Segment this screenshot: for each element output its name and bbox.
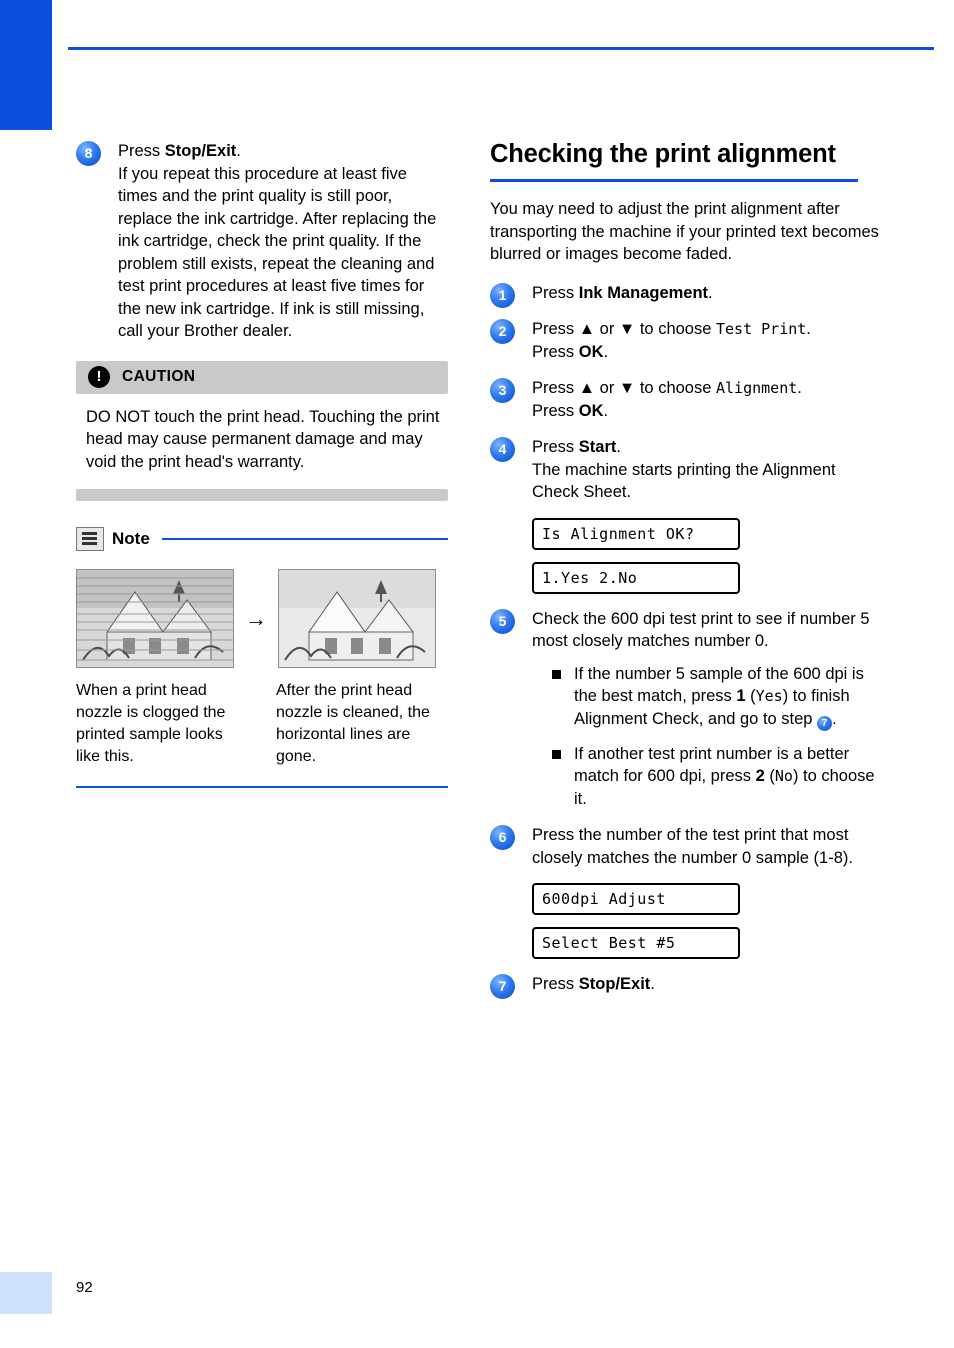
test-print-menu-label: Test Print (715, 320, 807, 338)
note-images: → (76, 569, 448, 668)
left-column: 8 Press Stop/Exit. If you repeat this pr… (76, 140, 448, 788)
bullet-other-match: If another test print number is a better… (552, 743, 882, 811)
step-2-body: Press ▲ or ▼ to choose Test Print. Press… (532, 318, 882, 363)
note-bottom-rule (76, 786, 448, 788)
start-key-label: Start (578, 438, 617, 456)
clogged-sample-svg (77, 570, 233, 667)
step-8-press-label: Press (118, 142, 165, 160)
right-column: Checking the print alignment You may nee… (490, 140, 882, 1010)
note-rule (161, 538, 448, 540)
footer-accent-swatch (0, 1272, 52, 1314)
step-5-bullets: If the number 5 sample of the 600 dpi is… (532, 663, 882, 811)
step-8-body: Press Stop/Exit. If you repeat this proc… (118, 140, 448, 343)
step-1-period: . (708, 283, 713, 302)
no-option-label: No (774, 767, 793, 785)
arrow-icon: → (245, 605, 267, 631)
step-1-body: Press Ink Management. (532, 282, 882, 305)
section-rule (490, 179, 858, 182)
step-3-press2-label: Press (532, 401, 579, 420)
note-pencil-icon (76, 527, 104, 551)
alignment-menu-label: Alignment (715, 379, 798, 397)
step-6-text: Press the number of the test print that … (532, 826, 853, 867)
step-2-press-label: Press ▲ or ▼ to choose (532, 320, 716, 338)
clogged-nozzle-sample-image (76, 569, 234, 668)
bullet-2-open-paren: ( (764, 767, 775, 785)
step-5-text: Check the 600 dpi test print to see if n… (532, 609, 870, 651)
step-6-body: Press the number of the test print that … (532, 824, 882, 869)
step-1-press-label: Press (532, 283, 579, 302)
cleaned-sample-svg (279, 570, 435, 667)
step-2-period: . (806, 320, 811, 338)
step-7-reference-badge: 7 (817, 715, 833, 731)
bullet-best-match: If the number 5 sample of the 600 dpi is… (552, 663, 882, 731)
step-4-detail: The machine starts printing the Alignmen… (532, 460, 836, 502)
step-3: 3 Press ▲ or ▼ to choose Alignment. Pres… (490, 377, 882, 422)
note-title: Note (112, 529, 150, 548)
step-3-period2: . (603, 401, 609, 420)
bullet-1-period: . (832, 709, 837, 728)
step-3-period: . (797, 379, 802, 397)
step-8-paragraph: If you repeat this procedure at least fi… (118, 164, 437, 341)
ok-key-label: OK (578, 401, 604, 420)
caution-footer-bar (76, 489, 448, 501)
step-number-badge: 5 (490, 608, 515, 634)
step-5: 5 Check the 600 dpi test print to see if… (490, 608, 882, 811)
step-2: 2 Press ▲ or ▼ to choose Test Print. Pre… (490, 318, 882, 363)
key-1-label: 1 (736, 687, 746, 705)
step-4-press-label: Press (532, 438, 579, 456)
lcd-alignment-ok: Is Alignment OK? (532, 517, 740, 550)
caution-text: DO NOT touch the print head. Touching th… (86, 407, 440, 471)
note-header: Note (76, 527, 448, 551)
caption-clogged: When a print head nozzle is clogged the … (76, 682, 226, 765)
step-7-period: . (650, 975, 655, 993)
lcd-select-best: Select Best #5 (532, 927, 740, 959)
step-2-press2-label: Press (532, 342, 579, 361)
header-rule (68, 47, 934, 50)
note-captions: When a print head nozzle is clogged the … (76, 680, 448, 768)
step-number-badge: 3 (490, 378, 515, 403)
stop-exit-key-label: Stop/Exit (578, 975, 651, 993)
step-2-period2: . (603, 342, 609, 361)
caution-title: CAUTION (122, 368, 196, 385)
bullet-1-open-paren: ( (745, 687, 756, 705)
caution-header: ! CAUTION (76, 360, 448, 394)
page-number: 92 (76, 1279, 93, 1296)
section-intro: You may need to adjust the print alignme… (490, 200, 879, 263)
step-6: 6 Press the number of the test print tha… (490, 824, 882, 869)
step-7-body: Press Stop/Exit. (532, 973, 882, 996)
step-number-badge: 4 (490, 437, 515, 462)
lcd-yes-no: 1.Yes 2.No (532, 561, 740, 594)
step-number-badge: 2 (490, 319, 515, 344)
ink-management-key-label: Ink Management (578, 283, 709, 302)
stop-exit-key-label: Stop/Exit (164, 142, 237, 160)
caption-cleaned: After the print head nozzle is cleaned, … (276, 682, 430, 765)
page-accent-bar (0, 0, 52, 130)
yes-option-label: Yes (755, 687, 783, 705)
cleaned-nozzle-sample-image (278, 569, 436, 668)
ok-key-label: OK (578, 342, 604, 361)
step-8-period: . (236, 142, 241, 160)
step-number-badge: 7 (490, 974, 515, 999)
step-7: 7 Press Stop/Exit. (490, 973, 882, 999)
step-number-badge: 8 (76, 141, 101, 166)
step-4: 4 Press Start. The machine starts printi… (490, 436, 882, 504)
step-number-badge: 1 (490, 282, 515, 308)
key-2-label: 2 (755, 767, 765, 785)
warning-icon: ! (88, 366, 110, 388)
step-7-press-label: Press (532, 975, 579, 993)
step-4-period: . (616, 438, 621, 456)
step-8: 8 Press Stop/Exit. If you repeat this pr… (76, 140, 448, 343)
step-1: 1 Press Ink Management. (490, 282, 882, 308)
lcd-600dpi-adjust: 600dpi Adjust (532, 883, 740, 915)
section-title: Checking the print alignment (490, 140, 836, 168)
step-3-body: Press ▲ or ▼ to choose Alignment. Press … (532, 377, 882, 422)
step-number-badge: 6 (490, 825, 515, 850)
step-5-body: Check the 600 dpi test print to see if n… (532, 608, 882, 811)
step-3-press-label: Press ▲ or ▼ to choose (532, 379, 716, 397)
step-4-body: Press Start. The machine starts printing… (532, 436, 882, 504)
